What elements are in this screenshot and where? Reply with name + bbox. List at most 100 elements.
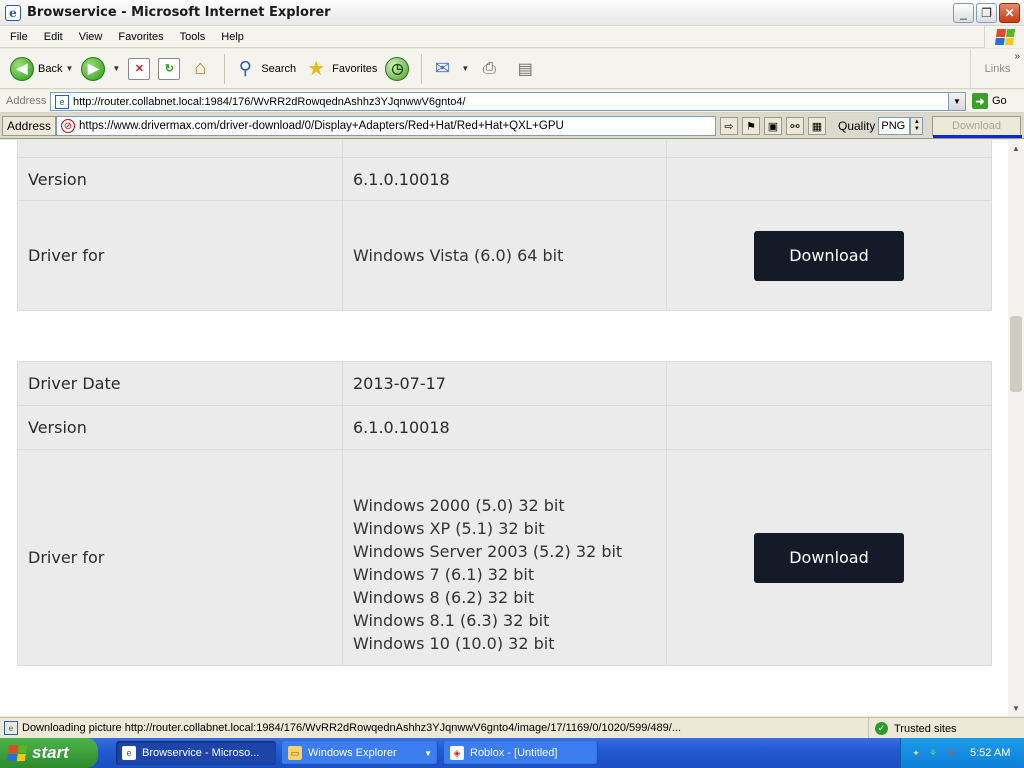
menu-favorites[interactable]: Favorites: [110, 31, 171, 43]
proxy-tools: ⇨ ⚑ ▣ ⚯ ▦: [720, 117, 826, 135]
mail-button[interactable]: ✉ ▼: [426, 52, 473, 86]
driver-row-date: Driver Date 2013-07-17: [18, 362, 991, 405]
forward-dropdown-icon[interactable]: ▼: [112, 64, 120, 73]
menu-bar: File Edit View Favorites Tools Help: [0, 26, 1024, 48]
close-button[interactable]: ✕: [999, 3, 1020, 23]
go-arrow-icon: ➜: [972, 93, 988, 109]
stop-button[interactable]: ✕: [124, 52, 154, 86]
stop-icon: ✕: [128, 57, 151, 80]
roblox-icon: ◈: [450, 746, 464, 760]
back-dropdown-icon[interactable]: ▼: [65, 64, 73, 73]
window-controls: _ ❐ ✕: [953, 3, 1020, 23]
restore-button[interactable]: ❐: [976, 3, 997, 23]
scroll-down-icon[interactable]: ▼: [1008, 700, 1024, 716]
download-button[interactable]: Download: [754, 230, 904, 281]
chevron-icon[interactable]: »: [1014, 51, 1020, 62]
forward-button[interactable]: ▶ ▼: [77, 52, 124, 86]
version-label: Version: [18, 406, 343, 449]
home-button[interactable]: ⌂: [184, 52, 220, 86]
history-button[interactable]: ◷: [381, 52, 417, 86]
menu-tools[interactable]: Tools: [172, 31, 214, 43]
quality-input[interactable]: PNG: [878, 117, 911, 135]
page-viewport: Version 6.1.0.10018 Driver for Windows V…: [0, 140, 1008, 716]
forward-arrow-icon: ▶: [81, 56, 106, 81]
scroll-thumb[interactable]: [1010, 316, 1022, 392]
os-item: Windows XP (5.1) 32 bit: [353, 519, 545, 538]
proxy-address-input[interactable]: ⊘ https://www.drivermax.com/driver-downl…: [56, 116, 716, 136]
edit-button[interactable]: ▤: [509, 52, 545, 86]
printer-icon: ⎙: [482, 59, 496, 77]
quality-control: Quality PNG ▲ ▼: [838, 117, 924, 135]
trusted-zone-icon: ✓: [875, 722, 888, 735]
mail-dropdown-icon[interactable]: ▼: [461, 64, 469, 73]
driver-row-os: Driver for Windows 2000 (5.0) 32 bit Win…: [18, 449, 991, 665]
back-button[interactable]: ◀ Back ▼: [6, 52, 77, 86]
task-label: Roblox - [Untitled]: [470, 747, 558, 759]
address-dropdown-icon[interactable]: ▼: [948, 93, 965, 110]
toolbar-separator: [421, 53, 423, 84]
quality-label: Quality: [838, 119, 876, 133]
favorites-label: Favorites: [332, 62, 378, 75]
download-button[interactable]: Download: [754, 532, 904, 583]
taskbar-item-roblox[interactable]: ◈ Roblox - [Untitled]: [444, 741, 598, 765]
address-url[interactable]: http://router.collabnet.local:1984/176/W…: [73, 96, 466, 108]
quality-spinner[interactable]: ▲ ▼: [910, 117, 924, 135]
proxy-download-button[interactable]: Download: [932, 116, 1022, 138]
print-button[interactable]: ⎙: [473, 52, 509, 86]
task-label: Browservice - Microso...: [142, 747, 260, 759]
status-bar: e Downloading picture http://router.coll…: [0, 717, 1024, 739]
security-zone[interactable]: ✓ Trusted sites: [868, 718, 957, 739]
os-item: Windows 10 (10.0) 32 bit: [353, 634, 555, 653]
status-text: Downloading picture http://router.collab…: [22, 722, 682, 734]
ie-icon: e: [5, 4, 21, 21]
taskbar-item-explorer[interactable]: ▭ Windows Explorer ▼: [282, 741, 438, 765]
insecure-icon: ⊘: [61, 119, 75, 133]
clock[interactable]: 5:52 AM: [970, 747, 1010, 759]
driver-row-spacer: [18, 140, 991, 157]
save-icon[interactable]: ▣: [764, 117, 782, 135]
bookmark-icon[interactable]: ⚑: [742, 117, 760, 135]
proxy-url[interactable]: https://www.drivermax.com/driver-downloa…: [79, 120, 564, 132]
go-label: Go: [992, 95, 1007, 107]
clipboard-icon[interactable]: ▦: [808, 117, 826, 135]
menu-help[interactable]: Help: [213, 31, 252, 43]
address-input[interactable]: e http://router.collabnet.local:1984/176…: [50, 92, 966, 111]
toolbar-separator: [224, 53, 226, 84]
taskbar-item-browservice[interactable]: e Browservice - Microso...: [116, 741, 276, 765]
tray-network-icon[interactable]: ⚘: [926, 746, 940, 760]
window-title: Browservice - Microsoft Internet Explore…: [27, 5, 331, 20]
os-item: Windows 7 (6.1) 32 bit: [353, 565, 535, 584]
driver-for-list: Windows Vista (6.0) 64 bit: [343, 201, 667, 310]
scroll-up-icon[interactable]: ▲: [1008, 140, 1024, 156]
driver-card: Driver Date 2013-07-17 Version 6.1.0.100…: [17, 361, 992, 666]
minimize-button[interactable]: _: [953, 3, 974, 23]
driver-row-version: Version 6.1.0.10018: [18, 157, 991, 200]
taskbar: start e Browservice - Microso... ▭ Windo…: [0, 738, 1024, 768]
group-dropdown-icon[interactable]: ▼: [424, 749, 432, 758]
links-toolbar[interactable]: Links »: [970, 49, 1024, 89]
version-value: 6.1.0.10018: [343, 406, 667, 449]
navigate-arrow-icon[interactable]: ⇨: [720, 117, 738, 135]
driver-for-label: Driver for: [18, 201, 343, 310]
search-label: Search: [261, 62, 297, 75]
favorites-button[interactable]: ★ Favorites: [300, 52, 381, 86]
version-value: 6.1.0.10018: [343, 158, 667, 200]
mail-icon: ✉: [434, 58, 450, 78]
os-item: Windows Vista (6.0) 64 bit: [353, 246, 564, 265]
tray-tool-icon[interactable]: ✦: [909, 746, 923, 760]
search-icon: ⚲: [238, 58, 252, 78]
start-button[interactable]: start: [0, 738, 98, 768]
menu-edit[interactable]: Edit: [36, 31, 71, 43]
version-label: Version: [18, 158, 343, 200]
go-button[interactable]: ➜ Go: [972, 93, 1007, 109]
refresh-button[interactable]: ↻: [154, 52, 184, 86]
proxy-address-label: Address: [2, 115, 56, 136]
search-button[interactable]: ⚲ Search: [229, 52, 300, 86]
menu-file[interactable]: File: [0, 31, 36, 43]
security-shield-icon[interactable]: ⛨: [943, 746, 957, 760]
menu-view[interactable]: View: [71, 31, 111, 43]
task-label: Windows Explorer: [308, 747, 397, 759]
vertical-scrollbar[interactable]: ▲ ▼: [1008, 140, 1024, 716]
find-icon[interactable]: ⚯: [786, 117, 804, 135]
standard-toolbar: ◀ Back ▼ ▶ ▼ ✕ ↻ ⌂ ⚲ Search ★ Favorites …: [0, 49, 1024, 89]
